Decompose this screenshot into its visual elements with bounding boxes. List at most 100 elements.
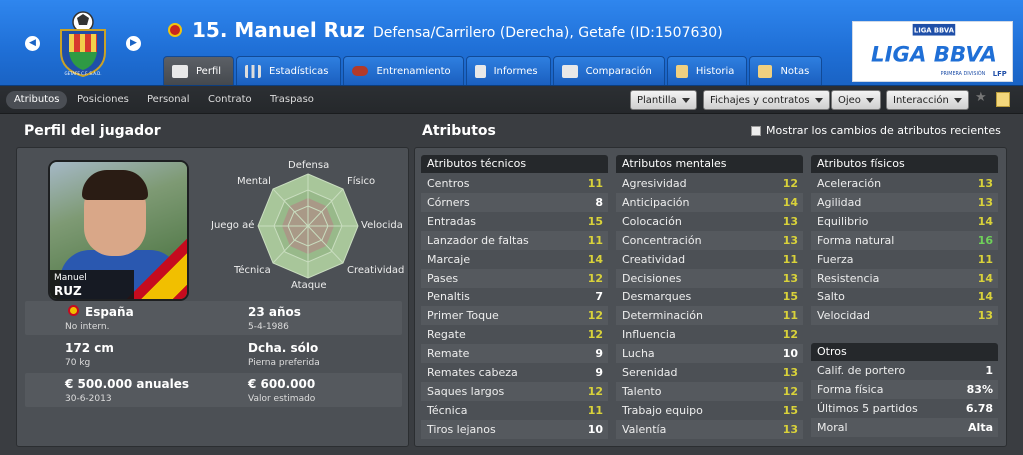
technical-header: Atributos técnicos — [421, 155, 608, 173]
radar-label-juego-aereo: Juego aéreo — [211, 220, 254, 231]
profile-card-icon — [172, 64, 188, 78]
attribute-row: Pases 12 — [421, 268, 608, 288]
attribute-row: Técnica 11 — [421, 401, 608, 420]
player-title-row: 15. Manuel Ruz Defensa/Carrilero (Derech… — [168, 18, 723, 42]
attribute-name: Centros — [427, 177, 470, 190]
attribute-row: Forma física 83% — [811, 379, 998, 399]
attribute-name: Remate — [427, 347, 470, 361]
fichajes-dropdown[interactable]: Fichajes y contratos — [703, 90, 830, 110]
attribute-name: Valentía — [622, 422, 667, 436]
next-player-button[interactable]: ▶ — [126, 36, 141, 51]
bar-chart-icon — [245, 64, 262, 78]
attribute-value: 12 — [587, 309, 603, 323]
attribute-row: Valentía 13 — [616, 419, 803, 439]
liga-bbva-logo: LIGA BBVA LIGA BBVA PRIMERA DIVISIÓN LFP — [852, 21, 1013, 82]
attribute-name: Calif. de portero — [817, 364, 906, 377]
attribute-value: 15 — [587, 214, 603, 228]
attribute-value: 14 — [977, 271, 993, 285]
attribute-row: Colocación 13 — [616, 212, 803, 231]
attribute-row: Centros 11 — [421, 174, 608, 193]
favourite-star-icon[interactable]: ★ — [975, 90, 987, 105]
tab-notas[interactable]: Notas — [749, 56, 823, 85]
attribute-row: Calif. de portero 1 — [811, 361, 998, 380]
attribute-value: 14 — [782, 195, 798, 209]
attribute-value: 15 — [782, 290, 798, 304]
compare-icon — [561, 64, 578, 78]
tab-estadisticas[interactable]: Estadísticas — [236, 56, 342, 85]
attribute-row: Tiros lejanos 10 — [421, 419, 608, 439]
tab-perfil[interactable]: Perfil — [163, 56, 235, 85]
attribute-name: Aceleración — [817, 177, 882, 190]
attribute-row: Últimos 5 partidos 6.78 — [811, 399, 998, 418]
attribute-value: 11 — [977, 252, 993, 266]
attribute-row: Aceleración 13 — [811, 174, 998, 193]
attribute-name: Salto — [817, 290, 845, 304]
attribute-name: Determinación — [622, 309, 703, 323]
ojeo-dropdown[interactable]: Ojeo — [831, 90, 881, 110]
interaccion-dropdown[interactable]: Interacción — [886, 90, 969, 110]
radar-label-velocidad: Velocidad — [361, 220, 403, 231]
subtab-atributos[interactable]: Atributos — [6, 91, 68, 109]
tab-historia[interactable]: Historia — [666, 56, 748, 85]
attribute-value: 13 — [977, 195, 993, 209]
attribute-name: Concentración — [622, 233, 702, 247]
main-tabs: Perfil Estadísticas Entrenamiento Inform… — [163, 56, 823, 85]
attribute-name: Creatividad — [622, 252, 686, 266]
radar-label-creatividad: Creatividad — [347, 265, 405, 276]
attribute-name: Agresividad — [622, 177, 687, 190]
attribute-name: Velocidad — [817, 309, 871, 323]
mental-header: Atributos mentales — [616, 155, 803, 173]
info-row-contract: € 500.000 anuales 30-6-2013 € 600.000 Va… — [25, 373, 402, 407]
attribute-value: 14 — [587, 252, 603, 266]
attribute-value: 12 — [587, 271, 603, 285]
subtab-personal[interactable]: Personal — [139, 91, 198, 109]
attribute-value: 13 — [782, 366, 798, 379]
tab-entrenamiento[interactable]: Entrenamiento — [343, 56, 464, 85]
attribute-value: 12 — [782, 328, 798, 342]
photo-last-name: RUZ — [54, 284, 82, 298]
attribute-row: Creatividad 11 — [616, 250, 803, 269]
attribute-row: Equilibrio 14 — [811, 212, 998, 231]
attribute-name: Saques largos — [427, 384, 505, 398]
attribute-name: Colocación — [622, 214, 682, 228]
attribute-row: Entradas 15 — [421, 212, 608, 231]
player-name[interactable]: 15. Manuel Ruz — [192, 18, 365, 42]
attribute-row: Decisiones 13 — [616, 268, 803, 288]
spain-badge-icon — [68, 305, 79, 316]
attribute-row: Desmarques 15 — [616, 287, 803, 306]
attribute-value: 11 — [587, 233, 603, 247]
secondary-toolbar: Atributos Posiciones Personal Contrato T… — [0, 86, 1023, 114]
attribute-row: Agresividad 12 — [616, 174, 803, 193]
attribute-value: 10 — [587, 422, 603, 436]
attribute-name: Técnica — [427, 403, 468, 417]
attribute-value: 1 — [985, 364, 993, 377]
add-note-icon[interactable] — [996, 92, 1010, 107]
plantilla-dropdown[interactable]: Plantilla — [630, 90, 697, 110]
attribute-radar-chart — [257, 173, 359, 279]
attribute-value: 16 — [977, 233, 993, 247]
attribute-row: Regate 12 — [421, 325, 608, 344]
attribute-row: Forma natural 16 — [811, 230, 998, 250]
attribute-row: Determinación 11 — [616, 306, 803, 326]
previous-player-button[interactable]: ◀ — [25, 36, 40, 51]
attribute-value: 13 — [782, 214, 798, 228]
tab-comparacion[interactable]: Comparación — [552, 56, 665, 85]
spain-flag-icon — [127, 239, 187, 299]
svg-text:PRIMERA DIVISIÓN: PRIMERA DIVISIÓN — [941, 70, 986, 77]
attribute-value: 12 — [782, 384, 798, 398]
attribute-name: Forma física — [817, 382, 884, 396]
attribute-row: Anticipación 14 — [616, 192, 803, 212]
attribute-value: 15 — [782, 403, 798, 417]
attribute-row: Talento 12 — [616, 381, 803, 401]
attribute-row: Trabajo equipo 15 — [616, 401, 803, 420]
subtab-contrato[interactable]: Contrato — [200, 91, 260, 109]
show-changes-label: Mostrar los cambios de atributos recient… — [766, 124, 1001, 137]
subtab-posiciones[interactable]: Posiciones — [69, 91, 137, 109]
attribute-row: Agilidad 13 — [811, 192, 998, 212]
subtab-traspaso[interactable]: Traspaso — [262, 91, 322, 109]
tab-informes[interactable]: Informes — [465, 56, 551, 85]
info-row-physical: 172 cm 70 kg Dcha. sólo Pierna preferida — [65, 341, 320, 368]
attribute-value: 12 — [587, 328, 603, 342]
attribute-name: Entradas — [427, 214, 476, 228]
show-changes-checkbox[interactable] — [751, 126, 761, 136]
